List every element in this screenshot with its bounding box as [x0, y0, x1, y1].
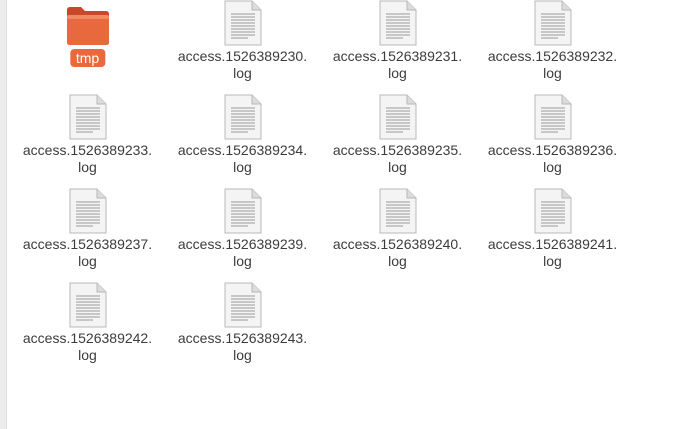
- file-name-label: access.1526389242. log: [22, 330, 153, 363]
- file-name-label: access.1526389239. log: [177, 236, 308, 269]
- text-file-icon: [320, 188, 475, 234]
- file-item[interactable]: access.1526389236. log: [475, 94, 630, 188]
- file-item[interactable]: access.1526389241. log: [475, 188, 630, 282]
- file-item[interactable]: access.1526389233. log: [10, 94, 165, 188]
- file-name-label: access.1526389237. log: [22, 236, 153, 269]
- file-grid: tmp access.1526389230. log access.1526389…: [10, 0, 630, 429]
- file-item[interactable]: access.1526389239. log: [165, 188, 320, 282]
- file-item[interactable]: access.1526389242. log: [10, 282, 165, 376]
- file-item[interactable]: access.1526389232. log: [475, 0, 630, 94]
- sidebar-edge: [0, 0, 7, 429]
- file-name-label: access.1526389235. log: [332, 142, 463, 175]
- text-file-icon: [165, 0, 320, 46]
- folder-item-tmp[interactable]: tmp: [10, 0, 165, 94]
- file-item[interactable]: access.1526389240. log: [320, 188, 475, 282]
- text-file-icon: [10, 188, 165, 234]
- text-file-icon: [165, 282, 320, 328]
- file-name-label: access.1526389240. log: [332, 236, 463, 269]
- file-name-label: access.1526389233. log: [22, 142, 153, 175]
- file-item[interactable]: access.1526389234. log: [165, 94, 320, 188]
- text-file-icon: [10, 282, 165, 328]
- folder-name-label: tmp: [69, 49, 106, 67]
- file-name-label: access.1526389243. log: [177, 330, 308, 363]
- file-item[interactable]: access.1526389237. log: [10, 188, 165, 282]
- file-name-label: access.1526389241. log: [487, 236, 618, 269]
- file-name-label: access.1526389230. log: [177, 48, 308, 81]
- file-item[interactable]: access.1526389230. log: [165, 0, 320, 94]
- text-file-icon: [475, 188, 630, 234]
- text-file-icon: [165, 188, 320, 234]
- text-file-icon: [320, 0, 475, 46]
- file-item[interactable]: access.1526389231. log: [320, 0, 475, 94]
- file-name-label: access.1526389232. log: [487, 48, 618, 81]
- text-file-icon: [475, 94, 630, 140]
- folder-icon: [10, 4, 165, 50]
- file-item[interactable]: access.1526389243. log: [165, 282, 320, 376]
- text-file-icon: [320, 94, 475, 140]
- file-name-label: access.1526389231. log: [332, 48, 463, 81]
- file-name-label: access.1526389236. log: [487, 142, 618, 175]
- file-name-label: access.1526389234. log: [177, 142, 308, 175]
- text-file-icon: [165, 94, 320, 140]
- text-file-icon: [10, 94, 165, 140]
- text-file-icon: [475, 0, 630, 46]
- file-item[interactable]: access.1526389235. log: [320, 94, 475, 188]
